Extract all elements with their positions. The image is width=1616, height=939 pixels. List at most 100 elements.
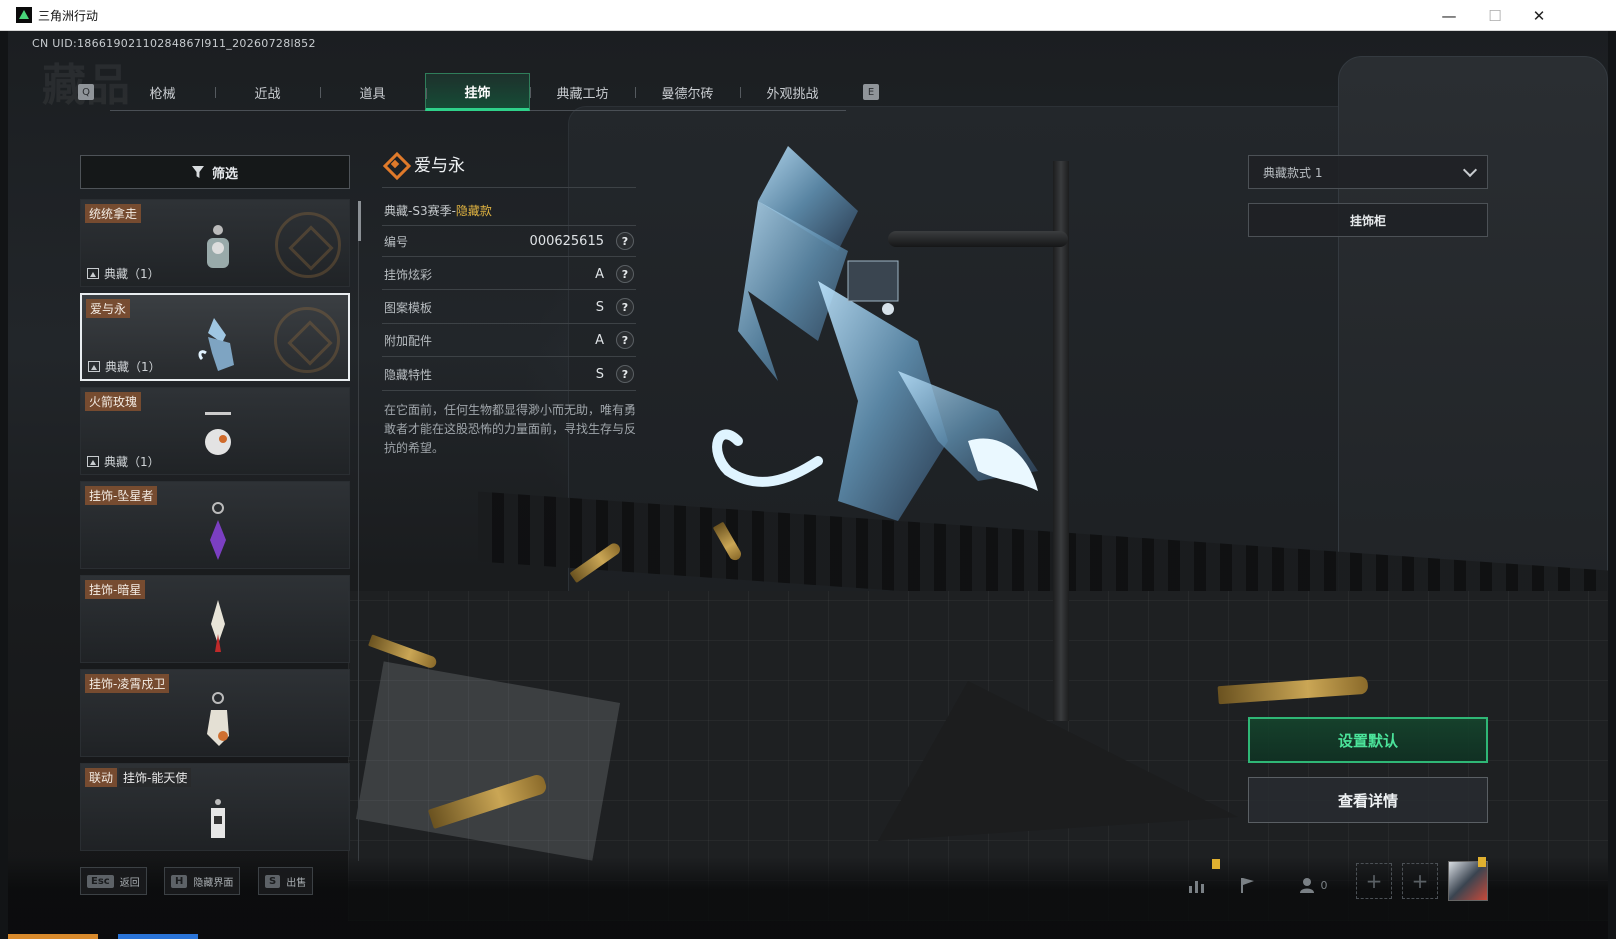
list-item[interactable]: 统统拿走 典藏（1） bbox=[80, 199, 350, 287]
game-window: 三角洲行动 — ☐ ✕ CN UID:18661902110284867l911… bbox=[0, 0, 1616, 939]
item-rarity: 典藏（1） bbox=[105, 360, 161, 374]
tab-firearms[interactable]: 枪械 bbox=[110, 73, 215, 111]
category-tabs: 枪械 近战 道具 挂饰 典藏工坊 曼德尔砖 外观挑战 bbox=[110, 73, 846, 111]
attribute-row: 附加配件 A ? bbox=[384, 327, 636, 353]
help-icon[interactable]: ? bbox=[616, 298, 634, 316]
subtitle-hidden-variant: 隐藏款 bbox=[455, 204, 492, 218]
list-scroll-track[interactable] bbox=[358, 201, 359, 861]
attribute-value: S bbox=[595, 366, 604, 382]
item-name-tag: 挂饰-坠星者 bbox=[85, 486, 158, 505]
avatar-notification-badge bbox=[1478, 857, 1486, 867]
attribute-row: 编号 000625615 ? bbox=[384, 228, 636, 254]
strip-segment bbox=[8, 934, 98, 939]
list-item[interactable]: 火箭玫瑰 典藏（1） bbox=[80, 387, 350, 475]
help-icon[interactable]: ? bbox=[616, 331, 634, 349]
divider bbox=[382, 323, 636, 324]
help-icon[interactable]: ? bbox=[616, 232, 634, 250]
collection-style-select[interactable]: 典藏款式 1 bbox=[1248, 155, 1488, 189]
charm-thumbnail bbox=[207, 225, 229, 268]
tab-melee[interactable]: 近战 bbox=[215, 73, 320, 111]
item-name-tag: 爱与永 bbox=[86, 299, 131, 318]
hide-ui-hotkey[interactable]: H 隐藏界面 bbox=[164, 867, 241, 895]
selected-style-label: 典藏款式 1 bbox=[1263, 165, 1323, 180]
divider bbox=[382, 390, 636, 391]
charm-thumbnail bbox=[211, 600, 225, 652]
attribute-value: S bbox=[595, 299, 604, 315]
hotkey-key: Esc bbox=[87, 874, 114, 888]
charm-thumbnail bbox=[211, 799, 225, 838]
list-scrollbar-thumb[interactable] bbox=[358, 201, 361, 241]
chevron-down-icon bbox=[1462, 162, 1478, 178]
tab-items[interactable]: 道具 bbox=[320, 73, 425, 111]
friends-button[interactable]: 0 bbox=[1288, 867, 1338, 903]
hotkey-label: 出售 bbox=[286, 877, 307, 889]
filter-button[interactable]: 筛选 bbox=[80, 155, 350, 189]
item-meta: 典藏（1） bbox=[88, 358, 161, 375]
collection-emblem-icon bbox=[274, 307, 340, 373]
filter-label: 筛选 bbox=[211, 166, 238, 182]
funnel-icon bbox=[191, 166, 204, 178]
image-icon bbox=[88, 361, 100, 372]
divider bbox=[382, 187, 636, 188]
stats-chart-icon[interactable] bbox=[1178, 867, 1216, 903]
strip-segment bbox=[118, 934, 198, 939]
attribute-row: 挂饰炫彩 A ? bbox=[384, 261, 636, 287]
divider bbox=[382, 356, 636, 357]
item-name-tag: 挂饰-暗星 bbox=[85, 580, 146, 599]
back-hotkey[interactable]: Esc 返回 bbox=[80, 867, 147, 895]
window-title: 三角洲行动 bbox=[38, 8, 99, 23]
player-avatar[interactable] bbox=[1448, 861, 1488, 901]
image-icon bbox=[87, 456, 99, 467]
tab-appearance-challenge[interactable]: 外观挑战 bbox=[740, 73, 845, 111]
charm-thumbnail bbox=[207, 692, 229, 746]
attribute-row: 隐藏特性 S ? bbox=[384, 361, 636, 387]
tab-charms[interactable]: 挂饰 bbox=[425, 73, 530, 111]
attribute-value: A bbox=[595, 266, 604, 282]
tab-mandel-brick[interactable]: 曼德尔砖 bbox=[635, 73, 740, 111]
charm-thumbnail bbox=[205, 412, 231, 455]
dragon-charm-model[interactable] bbox=[698, 141, 1058, 551]
flag-icon[interactable] bbox=[1228, 867, 1266, 903]
item-name-tag: 统统拿走 bbox=[85, 204, 142, 223]
list-item[interactable]: 挂饰-凌霄戍卫 bbox=[80, 669, 350, 757]
notification-badge bbox=[1212, 859, 1220, 869]
friends-count: 0 bbox=[1320, 878, 1328, 892]
collab-tag: 联动 bbox=[85, 768, 118, 787]
prev-tab-key-hint[interactable]: Q bbox=[78, 84, 94, 100]
squad-slot-empty[interactable]: + bbox=[1356, 863, 1392, 899]
charm-cabinet-button[interactable]: 挂饰柜 bbox=[1248, 203, 1488, 237]
tab-collection-workshop[interactable]: 典藏工坊 bbox=[530, 73, 635, 111]
attribute-label: 附加配件 bbox=[384, 333, 433, 348]
squad-slot-empty[interactable]: + bbox=[1402, 863, 1438, 899]
attribute-value: 000625615 bbox=[529, 233, 604, 249]
image-icon bbox=[87, 268, 99, 279]
view-details-button[interactable]: 查看详情 bbox=[1248, 777, 1488, 823]
hotkey-key: H bbox=[171, 874, 188, 888]
close-button[interactable]: ✕ bbox=[1516, 0, 1562, 31]
minimize-button[interactable]: — bbox=[1426, 0, 1472, 31]
item-name-tag: 挂饰-能天使 bbox=[119, 768, 192, 787]
collection-emblem-icon bbox=[275, 212, 341, 278]
hotkey-key: S bbox=[265, 874, 281, 888]
item-rarity: 典藏（1） bbox=[104, 267, 160, 281]
game-viewport: CN UID:18661902110284867l911_20260728l85… bbox=[8, 31, 1608, 939]
list-item[interactable]: 联动 挂饰-能天使 bbox=[80, 763, 350, 851]
taskbar-strip bbox=[8, 934, 1608, 939]
list-item[interactable]: 挂饰-坠星者 bbox=[80, 481, 350, 569]
help-icon[interactable]: ? bbox=[616, 365, 634, 383]
help-icon[interactable]: ? bbox=[616, 265, 634, 283]
attribute-label: 图案模板 bbox=[384, 300, 433, 315]
maximize-button[interactable]: ☐ bbox=[1472, 0, 1518, 31]
subtitle-season: 典藏-S3赛季- bbox=[384, 204, 456, 218]
divider bbox=[382, 289, 636, 290]
item-meta: 典藏（1） bbox=[87, 453, 160, 470]
hotkey-label: 返回 bbox=[119, 877, 140, 889]
sell-hotkey[interactable]: S 出售 bbox=[258, 867, 314, 895]
list-item[interactable]: 挂饰-暗星 bbox=[80, 575, 350, 663]
charm-thumbnail bbox=[210, 502, 226, 560]
next-tab-key-hint[interactable]: E bbox=[863, 84, 879, 100]
set-default-button[interactable]: 设置默认 bbox=[1248, 717, 1488, 763]
detail-item-name: 爱与永 bbox=[414, 156, 465, 176]
divider bbox=[382, 225, 636, 226]
list-item-selected[interactable]: 爱与永 典藏（1） bbox=[80, 293, 350, 381]
